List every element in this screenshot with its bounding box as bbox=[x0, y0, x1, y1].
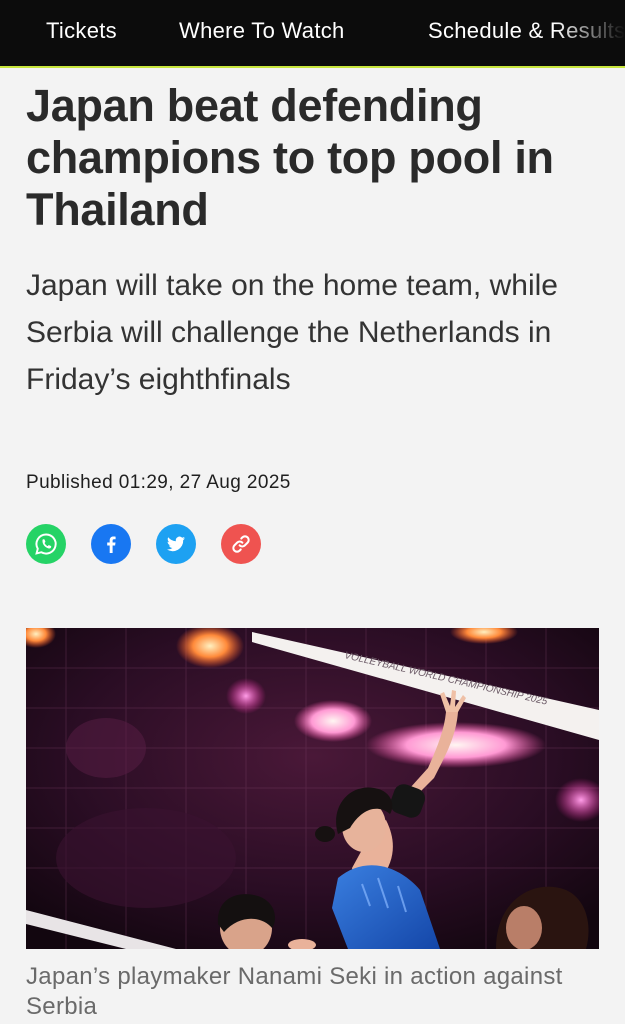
article-headline: Japan beat defending champions to top po… bbox=[26, 80, 554, 235]
facebook-icon bbox=[107, 536, 116, 553]
twitter-icon bbox=[167, 536, 185, 552]
copy-link-button[interactable] bbox=[221, 524, 261, 564]
nav-tickets-link[interactable]: Tickets bbox=[46, 18, 117, 44]
article-photo: VOLLEYBALL WORLD CHAMPIONSHIP 2025 bbox=[26, 628, 599, 949]
nav-scroll-fade bbox=[555, 0, 625, 66]
nav-where-to-watch-link[interactable]: Where To Watch bbox=[179, 18, 345, 44]
whatsapp-icon bbox=[35, 533, 57, 555]
article-subheadline: Japan will take on the home team, while … bbox=[26, 269, 558, 396]
link-icon bbox=[232, 535, 250, 553]
twitter-share-button[interactable] bbox=[156, 524, 196, 564]
whatsapp-share-button[interactable] bbox=[26, 524, 66, 564]
published-timestamp: Published 01:29, 27 Aug 2025 bbox=[26, 472, 291, 493]
volleyball-action-image: VOLLEYBALL WORLD CHAMPIONSHIP 2025 bbox=[26, 628, 599, 949]
facebook-share-button[interactable] bbox=[91, 524, 131, 564]
photo-caption: Japan’s playmaker Nanami Seki in action … bbox=[26, 963, 563, 1020]
top-navigation-bar: Tickets Where To Watch Schedule & Result… bbox=[0, 0, 625, 68]
